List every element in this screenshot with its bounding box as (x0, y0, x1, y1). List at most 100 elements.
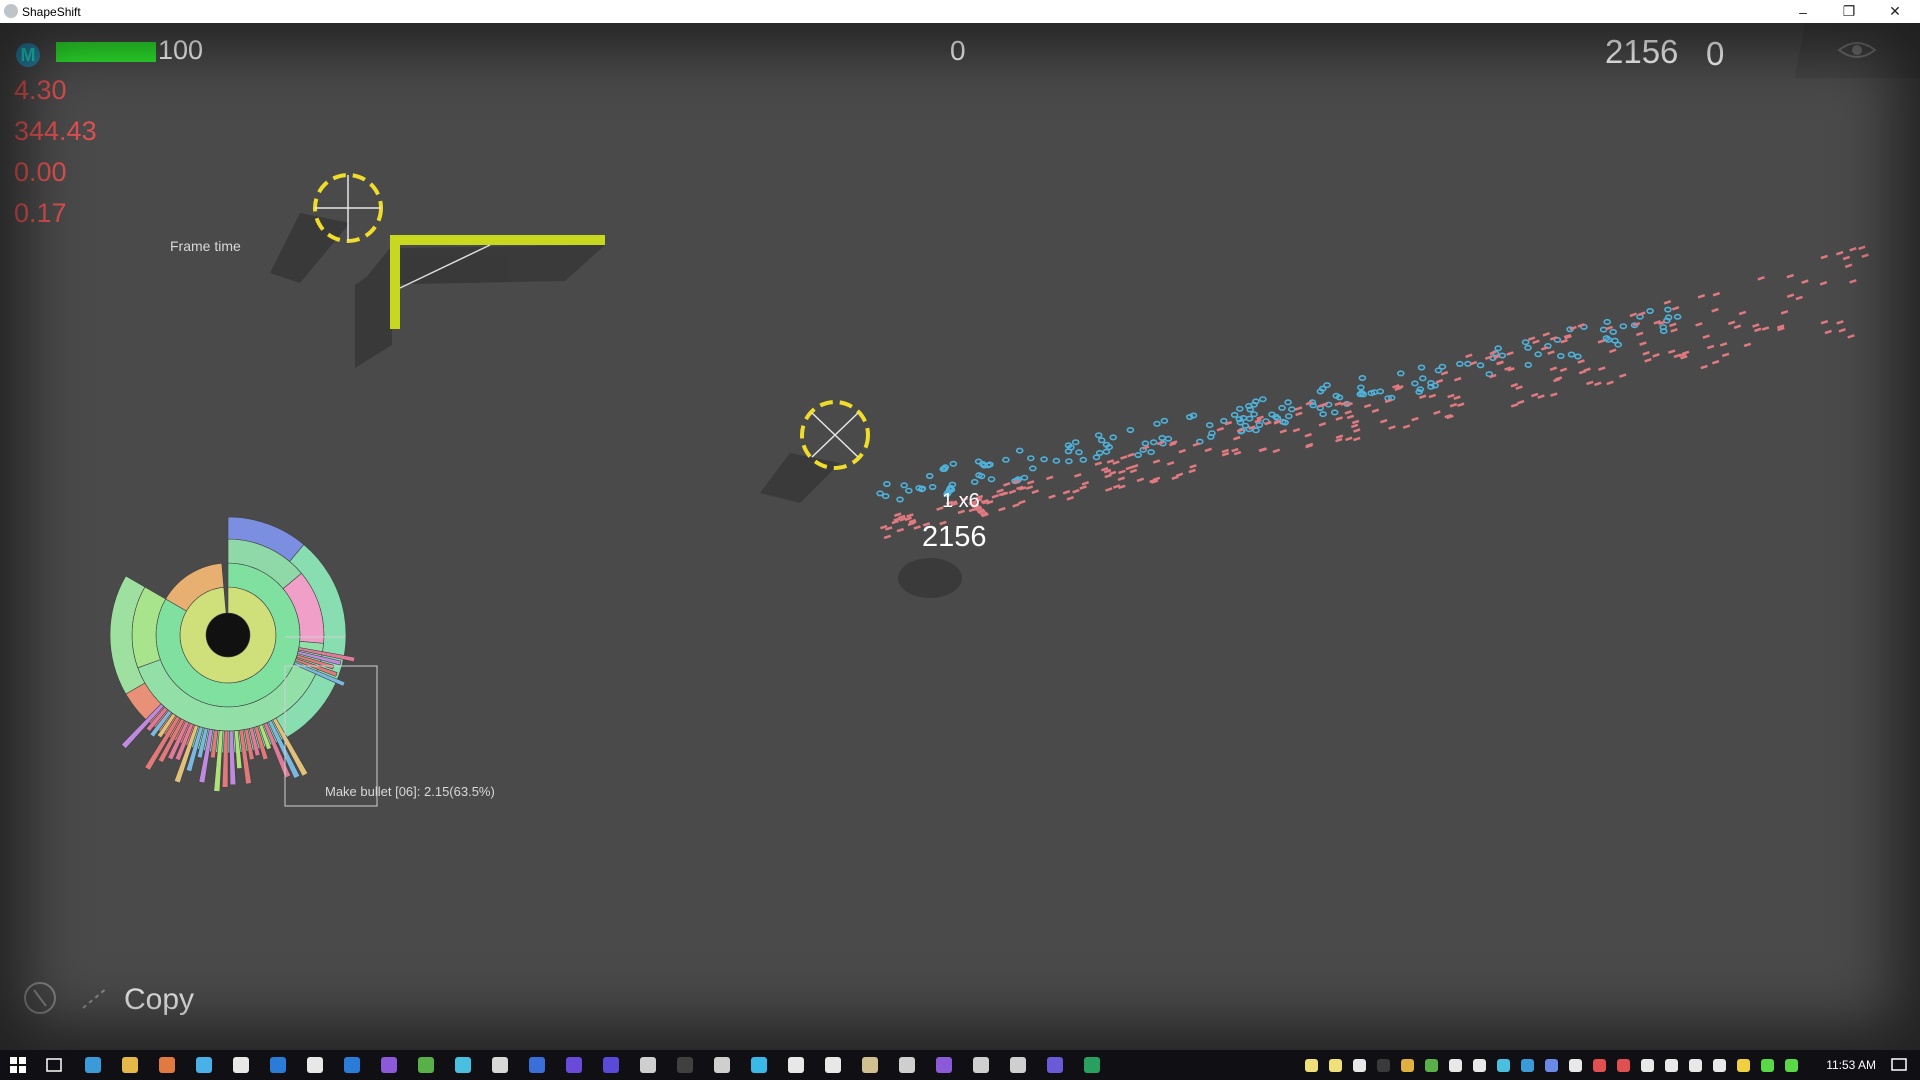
blue-bullet (1027, 455, 1035, 462)
taskbar-clock[interactable]: 11:53 AM (1826, 1058, 1876, 1072)
tray-icon[interactable] (1545, 1059, 1558, 1072)
blue-bullet (1330, 409, 1339, 416)
taskbar-app-icon[interactable] (344, 1057, 360, 1073)
blue-bullet (1252, 427, 1260, 434)
tray-icon[interactable] (1401, 1059, 1414, 1072)
pink-bullet (1129, 468, 1138, 474)
tray-icon[interactable] (1641, 1059, 1654, 1072)
tray-icon[interactable] (1617, 1059, 1630, 1072)
tray-icon[interactable] (1497, 1059, 1510, 1072)
pink-bullet (1671, 306, 1680, 311)
taskbar-app-icon[interactable] (825, 1057, 841, 1073)
taskbar-app-icon[interactable] (1047, 1057, 1063, 1073)
pink-bullet (1532, 339, 1540, 345)
pink-bullet (1105, 487, 1113, 492)
blue-bullet (1557, 352, 1565, 359)
taskbar-app-icon[interactable] (122, 1057, 138, 1073)
taskbar-app-icon[interactable] (677, 1057, 693, 1073)
blue-bullet (904, 487, 913, 494)
taskbar-app-icon[interactable] (936, 1057, 952, 1073)
close-button[interactable]: ✕ (1872, 0, 1918, 23)
pink-bullet (1411, 416, 1419, 422)
tray-icon[interactable] (1665, 1059, 1678, 1072)
tray-icon[interactable] (1569, 1059, 1582, 1072)
taskbar-app-icon[interactable] (714, 1057, 730, 1073)
pink-bullet (1583, 367, 1591, 372)
tray-icon[interactable] (1689, 1059, 1702, 1072)
tray-icon[interactable] (1377, 1059, 1390, 1072)
taskbar-app-icon[interactable] (566, 1057, 582, 1073)
tray-icon[interactable] (1785, 1059, 1798, 1072)
taskbar-app-icon[interactable] (85, 1057, 101, 1073)
tray-icon[interactable] (1329, 1059, 1342, 1072)
taskbar-app-icon[interactable] (381, 1057, 397, 1073)
taskbar-app-icon[interactable] (159, 1057, 175, 1073)
pink-bullet (1711, 307, 1719, 313)
taskbar-app-icon[interactable] (603, 1057, 619, 1073)
blue-bullet (1288, 406, 1296, 413)
blue-bullet (1319, 411, 1327, 418)
taskbar-app-icon[interactable] (751, 1057, 767, 1073)
pink-bullet (1350, 423, 1359, 429)
windows-start-icon[interactable] (8, 1055, 28, 1075)
taskbar-app-icon[interactable] (1084, 1057, 1100, 1073)
pink-bullet (1272, 448, 1281, 454)
blue-bullet (1205, 422, 1214, 429)
pink-bullet (1371, 408, 1380, 413)
tray-icon[interactable] (1305, 1059, 1318, 1072)
blue-bullet (900, 482, 909, 489)
taskbar-app-icon[interactable] (196, 1057, 212, 1073)
tray-icon[interactable] (1713, 1059, 1726, 1072)
pink-bullet (1449, 402, 1458, 408)
pink-bullet (1594, 381, 1602, 387)
pink-bullet (1046, 475, 1054, 481)
score-right-display: 0 (1706, 35, 1725, 72)
tray-icon[interactable] (1473, 1059, 1486, 1072)
blue-bullet (1438, 363, 1447, 370)
tray-icon[interactable] (1521, 1059, 1534, 1072)
blue-bullet (1075, 449, 1083, 456)
copy-label[interactable]: Copy (124, 983, 194, 1017)
task-view-icon[interactable] (44, 1055, 64, 1075)
pink-bullet (1294, 406, 1303, 411)
taskbar-app-icon[interactable] (418, 1057, 434, 1073)
tray-icon[interactable] (1353, 1059, 1366, 1072)
taskbar-app-icon[interactable] (973, 1057, 989, 1073)
pink-bullet (1344, 410, 1352, 415)
pink-bullet (1317, 403, 1326, 408)
restore-button[interactable]: ❐ (1826, 0, 1872, 23)
pink-bullet (1629, 312, 1637, 318)
taskbar-app-icon[interactable] (640, 1057, 656, 1073)
taskbar-app-icon[interactable] (862, 1057, 878, 1073)
taskbar-app-icon[interactable] (899, 1057, 915, 1073)
taskbar-app-icon[interactable] (529, 1057, 545, 1073)
tray-icon[interactable] (1737, 1059, 1750, 1072)
tray-icon[interactable] (1449, 1059, 1462, 1072)
pink-bullet (1527, 336, 1536, 341)
pink-bullet (1743, 342, 1752, 348)
taskbar-app-icon[interactable] (492, 1057, 508, 1073)
taskbar-app-icon[interactable] (233, 1057, 249, 1073)
tray-icon[interactable] (1761, 1059, 1774, 1072)
pink-bullet (1353, 428, 1361, 433)
tray-icon[interactable] (1425, 1059, 1438, 1072)
taskbar-app-icon[interactable] (270, 1057, 286, 1073)
game-viewport[interactable]: M 100 0 2156 0 4.30 344.43 0.00 0.17 Fra… (0, 23, 1920, 1050)
notification-icon[interactable] (1890, 1056, 1908, 1074)
taskbar-app-icon[interactable] (455, 1057, 471, 1073)
blue-bullet-trail (876, 306, 1682, 503)
taskbar-app-icon[interactable] (307, 1057, 323, 1073)
minimize-button[interactable]: – (1780, 0, 1826, 23)
pink-bullet (1706, 344, 1715, 350)
blue-bullet (1524, 344, 1532, 351)
pink-bullet (1752, 323, 1760, 328)
stat-line-1: 4.30 (14, 75, 67, 105)
pink-bullet (1506, 351, 1514, 356)
taskbar-app-icon[interactable] (788, 1057, 804, 1073)
blue-bullet (1494, 345, 1502, 352)
blue-bullet (1052, 457, 1061, 464)
blue-bullet (1029, 465, 1037, 472)
blue-bullet (1376, 388, 1385, 395)
tray-icon[interactable] (1593, 1059, 1606, 1072)
taskbar-app-icon[interactable] (1010, 1057, 1026, 1073)
